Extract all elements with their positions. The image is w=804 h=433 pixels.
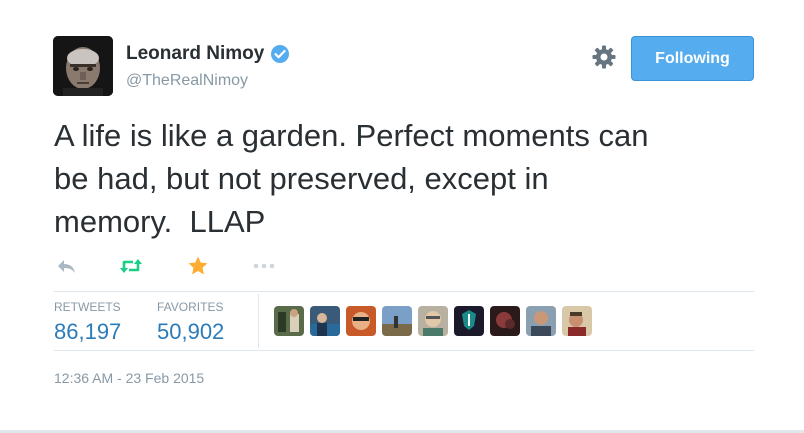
retweets-label: RETWEETS (54, 300, 121, 314)
reply-icon[interactable] (54, 254, 78, 278)
user-name-row: Leonard Nimoy (126, 43, 290, 65)
verified-badge-icon (270, 44, 290, 64)
favoriter-avatar[interactable] (274, 306, 304, 336)
gear-icon[interactable] (591, 44, 617, 70)
tweet-actions (54, 253, 275, 279)
following-button[interactable]: Following (631, 36, 754, 81)
favoriter-avatar[interactable] (454, 306, 484, 336)
user-handle[interactable]: @TheRealNimoy (126, 72, 248, 90)
divider (54, 291, 754, 292)
divider (54, 350, 754, 351)
favoriter-avatar[interactable] (526, 306, 556, 336)
favoriters-list (274, 306, 592, 336)
favoriter-avatar[interactable] (418, 306, 448, 336)
favorites-count[interactable]: 50,902 (157, 319, 224, 345)
favoriter-avatar[interactable] (310, 306, 340, 336)
retweets-count[interactable]: 86,197 (54, 319, 121, 345)
tweet-card: Leonard Nimoy @TheRealNimoy Following A … (0, 0, 804, 433)
favorite-star-icon[interactable] (186, 254, 210, 278)
favorites-stat[interactable]: FAVORITES 50,902 (157, 300, 224, 345)
tweet-text: A life is like a garden. Perfect moments… (54, 118, 649, 239)
retweet-icon[interactable] (118, 254, 142, 278)
favoriter-avatar[interactable] (562, 306, 592, 336)
favorites-label: FAVORITES (157, 300, 224, 314)
tweet-timestamp[interactable]: 12:36 AM - 23 Feb 2015 (54, 370, 204, 386)
stats-separator (258, 294, 259, 348)
user-fullname[interactable]: Leonard Nimoy (126, 43, 264, 65)
avatar[interactable] (53, 36, 113, 96)
favoriter-avatar[interactable] (490, 306, 520, 336)
favoriter-avatar[interactable] (382, 306, 412, 336)
favoriter-avatar[interactable] (346, 306, 376, 336)
more-icon[interactable] (251, 254, 275, 278)
retweets-stat[interactable]: RETWEETS 86,197 (54, 300, 121, 345)
